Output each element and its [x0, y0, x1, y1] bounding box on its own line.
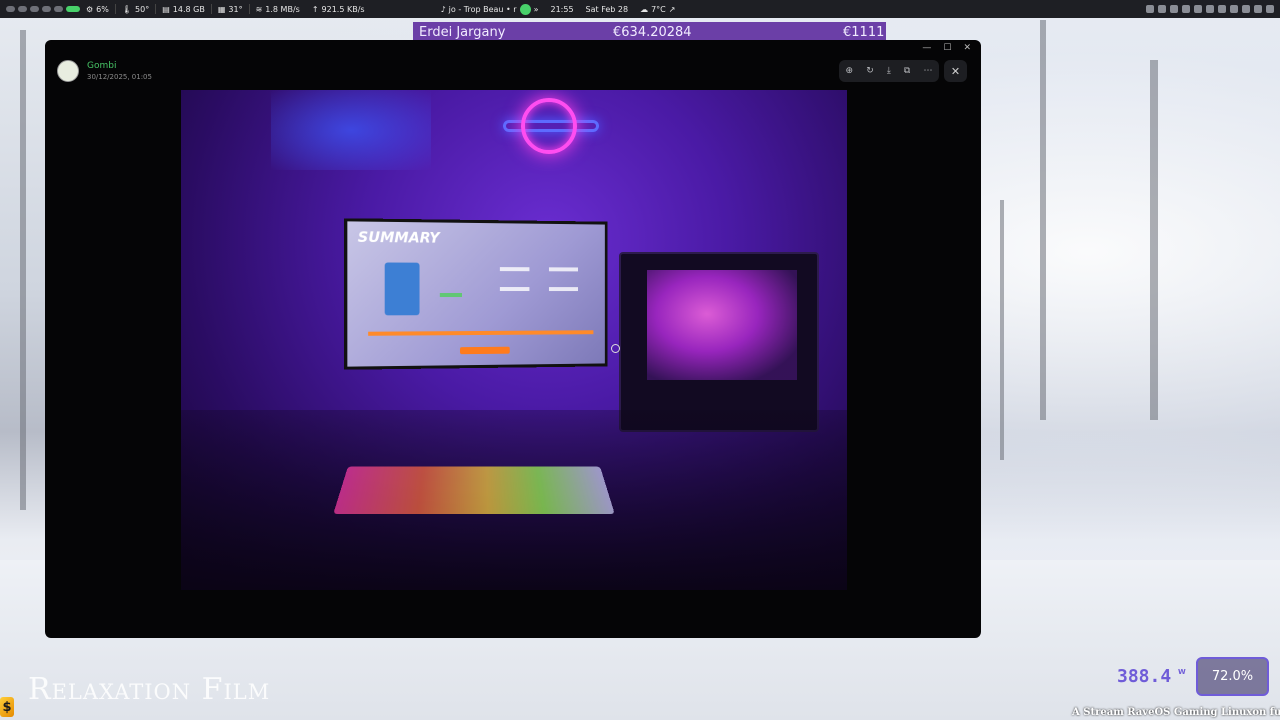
upload-value: 921.5 KB/s	[321, 4, 365, 14]
minimize-icon[interactable]: —	[922, 43, 931, 53]
cpu-icon: ⚙	[86, 4, 94, 14]
clock-time: 21:55	[550, 4, 574, 14]
upload-icon: ↑	[311, 4, 319, 14]
gpu-temp: ▦ 31°	[212, 0, 249, 18]
next-icon[interactable]: »	[534, 5, 539, 14]
media-player[interactable]: ♪ jo - Trop Beau • r »	[435, 0, 545, 18]
workspace-dot[interactable]	[6, 6, 15, 12]
tray-icon[interactable]	[1254, 5, 1262, 13]
more-icon[interactable]: ⋯	[923, 66, 932, 76]
maximize-icon[interactable]: ☐	[943, 43, 951, 53]
workspace-dot-active[interactable]	[66, 6, 80, 12]
usage-percent-badge: 72.0%	[1196, 657, 1269, 696]
monitor-stat-line	[548, 287, 579, 292]
window-controls: — ☐ ✕	[922, 43, 971, 53]
ticker-total: €1111	[843, 24, 885, 40]
gpu-temp-value: 31°	[228, 4, 243, 14]
open-external-icon[interactable]: ⧉	[904, 66, 910, 76]
stream-marquee: A Stream RaveOS Gaming Linuxon fut	[1072, 707, 1280, 718]
weather-icon: ☁	[640, 4, 649, 14]
top-status-bar: ⚙ 6% 🌡 50° ▤ 14.8 GB ▦ 31° ≋ 1.8 MB/s ↑ 921.5 …	[0, 0, 1280, 18]
media-title: jo - Trop Beau • r	[448, 4, 517, 14]
image-viewer-window: — ☐ ✕ Gombi 30/12/2025, 01:05 ⊕ ↻ ⤓ ⧉ ⋯ …	[45, 40, 981, 638]
wallpaper-tree	[1150, 60, 1158, 420]
volume-icon[interactable]	[1206, 5, 1214, 13]
power-readout: 388.4	[1117, 666, 1172, 687]
tray-icon[interactable]	[1146, 5, 1154, 13]
monitor-continue-button	[459, 346, 510, 355]
monitor-progress	[439, 292, 462, 298]
wallpaper-tree	[1040, 20, 1046, 420]
music-note-icon: ♪	[440, 4, 446, 14]
tray-icon[interactable]	[1182, 5, 1190, 13]
usage-percent: 72.0%	[1211, 669, 1254, 684]
tray-icon[interactable]	[1230, 5, 1238, 13]
cpu-temp-value: 50°	[135, 4, 150, 14]
date[interactable]: Sat Feb 28	[580, 0, 635, 18]
rotate-icon[interactable]: ↻	[866, 66, 874, 76]
tray-icon[interactable]	[1158, 5, 1166, 13]
viewer-toolbar: ⊕ ↻ ⤓ ⧉ ⋯	[839, 60, 939, 82]
avatar[interactable]	[57, 60, 79, 82]
play-pause-icon[interactable]	[519, 3, 531, 15]
power-icon[interactable]	[1266, 5, 1274, 13]
network-up: ↑ 921.5 KB/s	[306, 0, 371, 18]
memory-value: 14.8 GB	[172, 4, 205, 14]
workspace-switcher[interactable]	[0, 6, 80, 12]
stock-ticker: Erdei Jargany €634.20284 €1111	[413, 22, 886, 42]
poster-info: Gombi 30/12/2025, 01:05	[57, 60, 152, 82]
monitor-stat-line	[499, 287, 530, 292]
weather[interactable]: ☁ 7°C ↗	[634, 0, 681, 18]
wifi-icon: ≋	[255, 4, 263, 14]
memory-icon: ▤	[162, 4, 170, 14]
ticker-name: Erdei Jargany	[419, 24, 506, 40]
viewed-photo[interactable]: SUMMARY	[181, 90, 847, 590]
mic-icon[interactable]	[1218, 5, 1226, 13]
monitor-character-card	[384, 262, 420, 316]
launch-icon[interactable]: ↗	[669, 5, 676, 14]
download-value: 1.8 MB/s	[265, 4, 300, 14]
clock-date: Sat Feb 28	[585, 4, 629, 14]
watermark: Relaxation Film	[28, 672, 271, 707]
clock[interactable]: 21:55	[544, 0, 579, 18]
weather-value: 7°C	[651, 4, 666, 14]
photo-rgb-keyboard	[333, 466, 615, 515]
monitor-xp-bar	[368, 330, 594, 336]
close-window-icon[interactable]: ✕	[963, 43, 971, 53]
cpu-usage: ⚙ 6%	[80, 0, 115, 18]
workspace-dot[interactable]	[54, 6, 63, 12]
close-viewer-button[interactable]: ✕	[944, 60, 967, 82]
post-timestamp: 30/12/2025, 01:05	[87, 73, 152, 81]
thermometer-icon: 🌡	[121, 4, 133, 14]
system-tray	[1146, 5, 1280, 13]
wallpaper-tree	[1000, 200, 1004, 460]
monitor-stat-line	[499, 267, 530, 272]
cpu-temp: 🌡 50°	[116, 0, 155, 18]
network-down: ≋ 1.8 MB/s	[250, 0, 306, 18]
tray-icon[interactable]	[1194, 5, 1202, 13]
dollar-icon: $	[0, 697, 14, 717]
user-name[interactable]: Gombi	[87, 61, 152, 71]
monitor-screen-title: SUMMARY	[357, 229, 440, 247]
cpu-value: 6%	[96, 4, 109, 14]
tray-icon[interactable]	[1242, 5, 1250, 13]
pc-case-glass	[647, 270, 797, 380]
tray-icon[interactable]	[1170, 5, 1178, 13]
ticker-value: €634.20284	[613, 24, 692, 40]
power-unit: W	[1178, 668, 1186, 676]
workspace-dot[interactable]	[30, 6, 39, 12]
neon-planet-light	[521, 98, 577, 154]
gpu-icon: ▦	[217, 4, 226, 14]
blue-light-glow	[271, 90, 431, 170]
photo-pc-case	[619, 252, 819, 432]
workspace-dot[interactable]	[42, 6, 51, 12]
zoom-icon[interactable]: ⊕	[846, 66, 854, 76]
memory-usage: ▤ 14.8 GB	[156, 0, 211, 18]
monitor-stat-line	[548, 267, 579, 272]
workspace-dot[interactable]	[18, 6, 27, 12]
download-icon[interactable]: ⤓	[887, 66, 891, 76]
photo-monitor: SUMMARY	[344, 218, 608, 370]
wallpaper-tree	[20, 30, 26, 510]
zoom-cursor-icon	[611, 344, 620, 353]
